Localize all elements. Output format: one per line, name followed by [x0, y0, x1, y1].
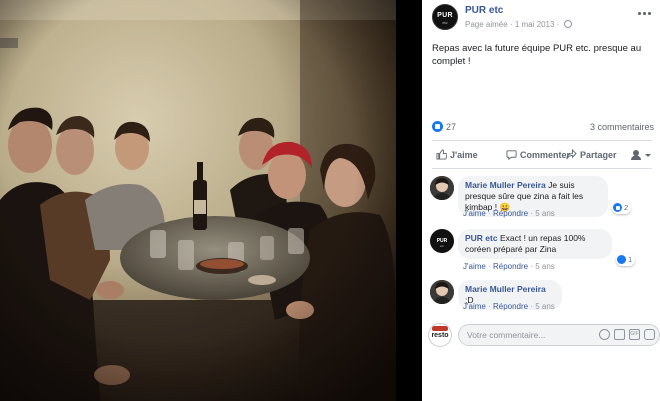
commenter-avatar[interactable]: PUR etc: [430, 229, 454, 253]
svg-text:etc: etc: [440, 244, 445, 248]
comment-button[interactable]: Commenter: [506, 149, 570, 160]
post-date-link[interactable]: 1 mai 2013: [515, 20, 555, 29]
comment-like-link[interactable]: J'aime: [463, 209, 486, 218]
separator: ·: [509, 20, 513, 29]
photo-side-strip: [396, 0, 422, 401]
current-user-avatar-text: resto: [431, 332, 449, 339]
share-button[interactable]: Partager: [566, 149, 617, 160]
comment-item: Marie Muller Pereira Je suis presque sûr…: [430, 176, 654, 220]
comment-input-icons: GIF: [595, 329, 655, 342]
commenter-avatar[interactable]: [430, 176, 454, 200]
comment-meta: J'aime · Répondre · 5 ans: [463, 262, 555, 271]
current-user-avatar[interactable]: resto: [428, 323, 452, 347]
page-avatar-logo: PUR: [437, 12, 453, 19]
comment-reply-link[interactable]: Répondre: [493, 262, 528, 271]
like-button[interactable]: J'aime: [436, 149, 478, 160]
page-avatar-sublogo: etc: [442, 20, 448, 25]
comment-item: PUR etc PUR etc Exact ! un repas 100% cor…: [430, 229, 654, 273]
photo-viewer[interactable]: [0, 0, 422, 401]
comment-item: Marie Muller Pereira ;D J'aime · Répondr…: [430, 280, 654, 314]
comment-author-link[interactable]: Marie Muller Pereira: [465, 284, 546, 294]
comment-author-link[interactable]: Marie Muller Pereira: [465, 180, 546, 190]
page-name-link[interactable]: PUR etc: [465, 5, 503, 16]
post-photo: [0, 0, 396, 401]
share-icon: [566, 149, 577, 160]
comment-reply-link[interactable]: Répondre: [493, 302, 528, 311]
comment-time[interactable]: 5 ans: [535, 262, 555, 271]
separator: ·: [556, 20, 560, 29]
post-caption: Repas avec la future équipe PUR etc. pre…: [432, 43, 642, 67]
comment-author-link[interactable]: PUR etc: [465, 233, 498, 243]
comment-count-link[interactable]: 3 commentaires: [590, 122, 654, 132]
comment-composer: resto Votre commentaire... GIF: [428, 322, 660, 348]
post-stats: 27 3 commentaires: [432, 121, 654, 135]
globe-icon: [563, 20, 572, 28]
sticker-icon[interactable]: [644, 329, 655, 340]
camera-icon[interactable]: [614, 329, 625, 340]
comment-reaction-count: 1: [628, 255, 633, 264]
liked-label: Page aimée: [465, 20, 508, 29]
commenter-avatar[interactable]: [430, 280, 454, 304]
divider: [432, 140, 652, 141]
share-button-label: Partager: [580, 150, 617, 160]
like-button-label: J'aime: [450, 150, 478, 160]
post-subtitle: Page aimée · 1 mai 2013 ·: [465, 20, 572, 29]
like-reaction-icon: [613, 203, 622, 212]
like-count[interactable]: 27: [446, 122, 456, 132]
like-reaction-icon[interactable]: [432, 121, 443, 132]
comment-reply-link[interactable]: Répondre: [493, 209, 528, 218]
post-actions: J'aime Commenter Partager: [432, 147, 652, 165]
comment-like-link[interactable]: J'aime: [463, 302, 486, 311]
comment-input-placeholder: Votre commentaire...: [467, 330, 546, 340]
comment-meta: J'aime · Répondre · 5 ans: [463, 209, 555, 218]
comment-input[interactable]: Votre commentaire... GIF: [458, 324, 660, 346]
post-side-panel: PUR etc PUR etc Page aimée · 1 mai 2013 …: [422, 0, 660, 401]
post-header: PUR etc PUR etc Page aimée · 1 mai 2013 …: [432, 4, 652, 34]
comment-reactions[interactable]: 2: [612, 202, 632, 214]
divider: [432, 168, 652, 169]
more-options-icon[interactable]: [638, 8, 652, 18]
comment-icon: [506, 150, 517, 160]
comment-time[interactable]: 5 ans: [535, 302, 555, 311]
comment-reaction-count: 2: [624, 203, 629, 212]
comment-time[interactable]: 5 ans: [535, 209, 555, 218]
page-avatar[interactable]: PUR etc: [432, 4, 458, 30]
gif-icon[interactable]: GIF: [629, 329, 640, 340]
emoji-icon[interactable]: [599, 329, 610, 340]
audience-selector-icon[interactable]: [630, 149, 652, 161]
comment-reactions[interactable]: 1: [616, 254, 636, 266]
avatar-decoration: [432, 326, 448, 331]
thumbs-up-icon: [436, 149, 447, 160]
like-reaction-icon: [617, 255, 626, 264]
comment-button-label: Commenter: [520, 150, 571, 160]
comment-bubble: PUR etc Exact ! un repas 100% coréen pré…: [458, 229, 612, 259]
comment-meta: J'aime · Répondre · 5 ans: [463, 302, 555, 311]
comment-like-link[interactable]: J'aime: [463, 262, 486, 271]
